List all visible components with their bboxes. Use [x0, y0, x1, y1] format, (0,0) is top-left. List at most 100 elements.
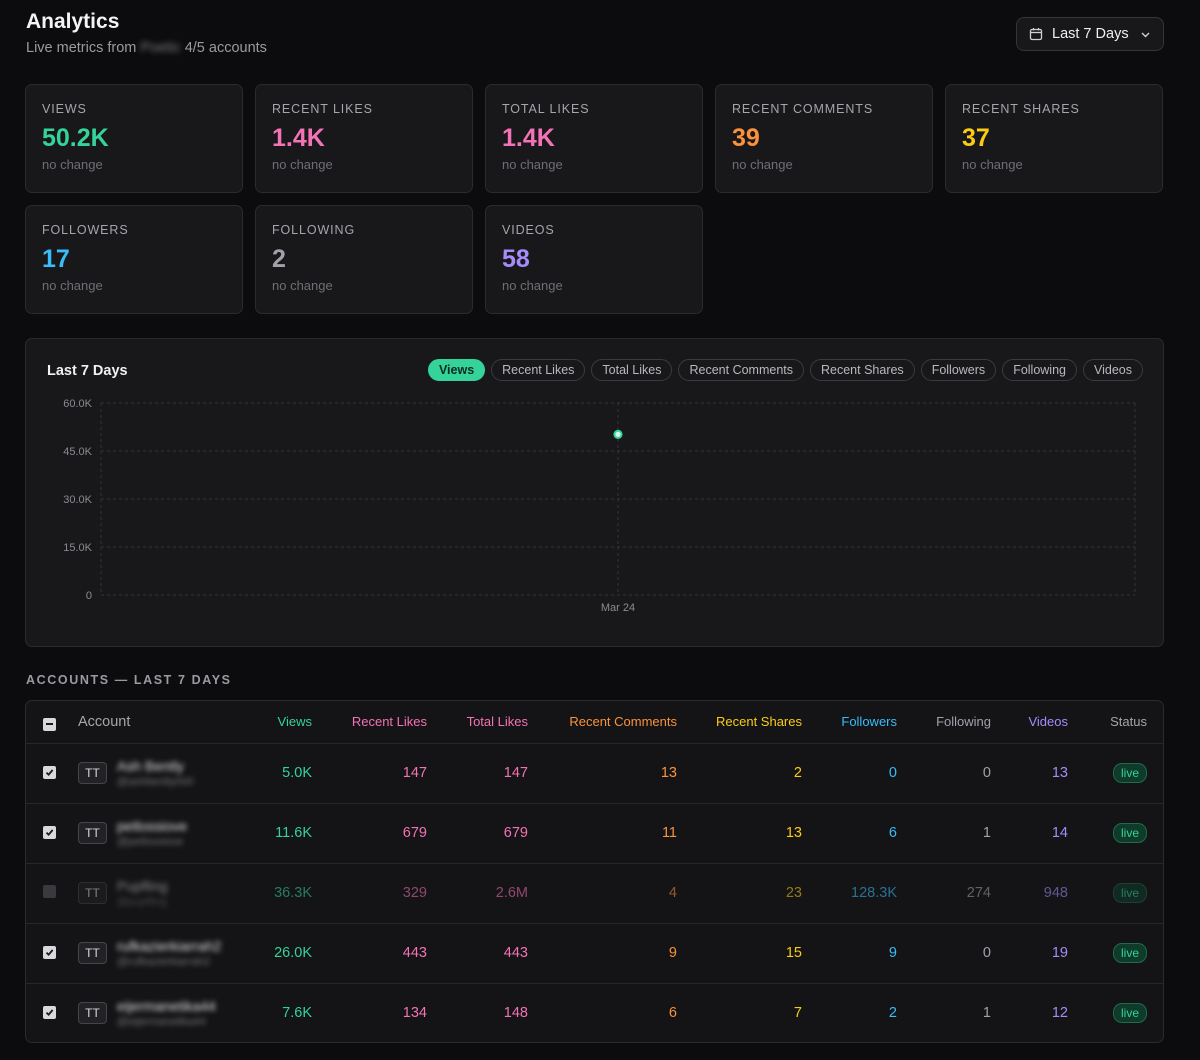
cell-total-likes: 147	[503, 765, 528, 781]
cell-recent-comments: 9	[668, 945, 677, 961]
row-checkbox[interactable]	[43, 826, 56, 839]
stat-label: VIDEOS	[502, 223, 555, 237]
cell-following: 0	[982, 765, 991, 781]
account-cell: TT Ash Bently @ashbently000	[78, 743, 230, 803]
platform-badge: TT	[78, 882, 107, 904]
row-select-cell	[26, 743, 78, 803]
row-select-cell	[26, 923, 78, 983]
cell-total-likes: 679	[503, 825, 528, 841]
column-header-recent-comments[interactable]: Recent Comments	[528, 701, 677, 743]
column-header-followers[interactable]: Followers	[802, 701, 897, 743]
column-header-following[interactable]: Following	[897, 701, 991, 743]
row-select-cell	[26, 863, 78, 923]
cell-videos: 14	[1051, 825, 1068, 841]
account-count: 4/5 accounts	[184, 40, 267, 56]
date-range-button[interactable]: Last 7 Days	[1016, 17, 1164, 51]
column-header-videos[interactable]: Videos	[991, 701, 1068, 743]
cell-views: 26.0K	[274, 945, 312, 961]
cell-recent-likes: 147	[402, 765, 427, 781]
account-cell: TT eijermanetika44 @eijermanetika44	[78, 983, 230, 1042]
row-checkbox[interactable]	[43, 946, 56, 959]
status-cell: live	[1068, 803, 1163, 863]
select-all-checkbox[interactable]	[43, 717, 56, 731]
cell-following: 0	[982, 945, 991, 961]
cell-recent-shares: 2	[793, 765, 802, 781]
cell-following: 1	[982, 825, 991, 841]
cell-followers: 128.3K	[851, 885, 897, 901]
check-icon	[45, 829, 54, 837]
status-badge: live	[1112, 823, 1147, 843]
table-row[interactable]: TT eijermanetika44 @eijermanetika44 7.6K 134…	[26, 983, 1163, 1042]
status-cell: live	[1068, 743, 1163, 803]
column-header-total-likes[interactable]: Total Likes	[427, 701, 528, 743]
account-handle: @rufkazierkiarrah2	[117, 955, 211, 968]
page-header: Analytics Live metrics from Poetic 4/5 a…	[26, 10, 267, 56]
stat-delta: no change	[272, 157, 333, 172]
status-badge: live	[1112, 883, 1147, 903]
column-header-status[interactable]: Status	[1068, 701, 1163, 743]
table-row[interactable]: TT rufkazierkiarrah2 @rufkazierkiarrah2 26.…	[26, 923, 1163, 983]
cell-views: 7.6K	[282, 1005, 312, 1022]
table-row[interactable]: TT Ash Bently @ashbently000 5.0K 147 147 13 2 0 0…	[26, 743, 1163, 803]
stat-value: 37	[962, 124, 990, 152]
column-header-recent-likes[interactable]: Recent Likes	[312, 701, 427, 743]
account-handle: @petlossiove	[117, 835, 184, 848]
stat-label: FOLLOWERS	[42, 223, 129, 237]
cell-recent-likes: 679	[402, 825, 427, 841]
stat-card-following: FOLLOWING 2 no change	[255, 205, 473, 314]
account-name: eijermanetika44	[117, 997, 216, 1014]
stat-card-recent-likes: RECENT LIKES 1.4K no change	[255, 84, 473, 193]
check-icon	[45, 949, 54, 957]
account-handle: @eijermanetika44	[117, 1015, 206, 1028]
account-cell: TT Pupfling @pupfling	[78, 863, 230, 923]
cell-recent-shares: 23	[785, 885, 802, 901]
y-tick-label: 60.0K	[63, 398, 92, 410]
status-badge: live	[1112, 943, 1147, 963]
stat-label: TOTAL LIKES	[502, 102, 590, 116]
cell-following: 1	[982, 1005, 991, 1022]
row-checkbox[interactable]	[43, 1006, 56, 1020]
stat-card-views: VIEWS 50.2K no change	[25, 84, 243, 193]
column-header-views[interactable]: Views	[230, 701, 312, 743]
cell-recent-shares: 7	[793, 1005, 802, 1022]
table-row[interactable]: TT Pupfling @pupfling 36.3K 329 2.6M 4 23 128.3K…	[26, 863, 1163, 923]
cell-followers: 0	[888, 765, 897, 781]
cell-followers: 9	[888, 945, 897, 961]
line-chart: 0 15.0K 30.0K 45.0K 60.0K Mar 24	[63, 398, 1136, 614]
row-checkbox[interactable]	[43, 766, 56, 779]
cell-recent-shares: 13	[785, 825, 802, 841]
cell-recent-likes: 443	[402, 945, 427, 961]
y-tick-label: 45.0K	[63, 446, 92, 458]
accounts-table: Account Views Recent Likes Total Likes Recen…	[25, 700, 1164, 1043]
cell-recent-shares: 15	[785, 945, 802, 961]
subtitle-prefix: Live metrics from	[26, 40, 137, 56]
status-badge: live	[1112, 1003, 1147, 1024]
account-name: Pupfling	[117, 877, 168, 894]
cell-recent-comments: 13	[660, 765, 677, 781]
cell-videos: 13	[1051, 765, 1068, 781]
row-checkbox[interactable]	[43, 884, 56, 898]
cell-recent-comments: 6	[668, 1005, 677, 1022]
stat-card-recent-shares: RECENT SHARES 37 no change	[945, 84, 1163, 193]
status-cell: live	[1068, 983, 1163, 1042]
account-handle: @pupfling	[117, 895, 167, 908]
stat-value: 1.4K	[502, 124, 555, 152]
data-point	[613, 429, 623, 439]
cell-views: 5.0K	[282, 765, 312, 781]
stat-label: RECENT COMMENTS	[732, 102, 874, 116]
cell-followers: 2	[888, 1005, 897, 1022]
column-header-recent-shares[interactable]: Recent Shares	[677, 701, 802, 743]
stat-card-total-likes: TOTAL LIKES 1.4K no change	[485, 84, 703, 193]
stat-value: 17	[42, 245, 70, 273]
stat-value: 50.2K	[42, 124, 109, 152]
stat-delta: no change	[962, 157, 1023, 172]
status-badge: live	[1112, 763, 1147, 783]
cell-total-likes: 148	[503, 1005, 528, 1022]
accounts-section-label: ACCOUNTS — LAST 7 DAYS	[26, 673, 232, 687]
table-header-row: Account Views Recent Likes Total Likes Recen…	[26, 701, 1163, 743]
y-tick-label: 15.0K	[63, 542, 92, 554]
column-header-account[interactable]: Account	[78, 701, 230, 743]
table-row[interactable]: TT petlossiove @petlossiove 11.6K 679 679 11 13…	[26, 803, 1163, 863]
cell-recent-likes: 134	[402, 1005, 427, 1022]
cell-recent-likes: 329	[402, 885, 427, 901]
